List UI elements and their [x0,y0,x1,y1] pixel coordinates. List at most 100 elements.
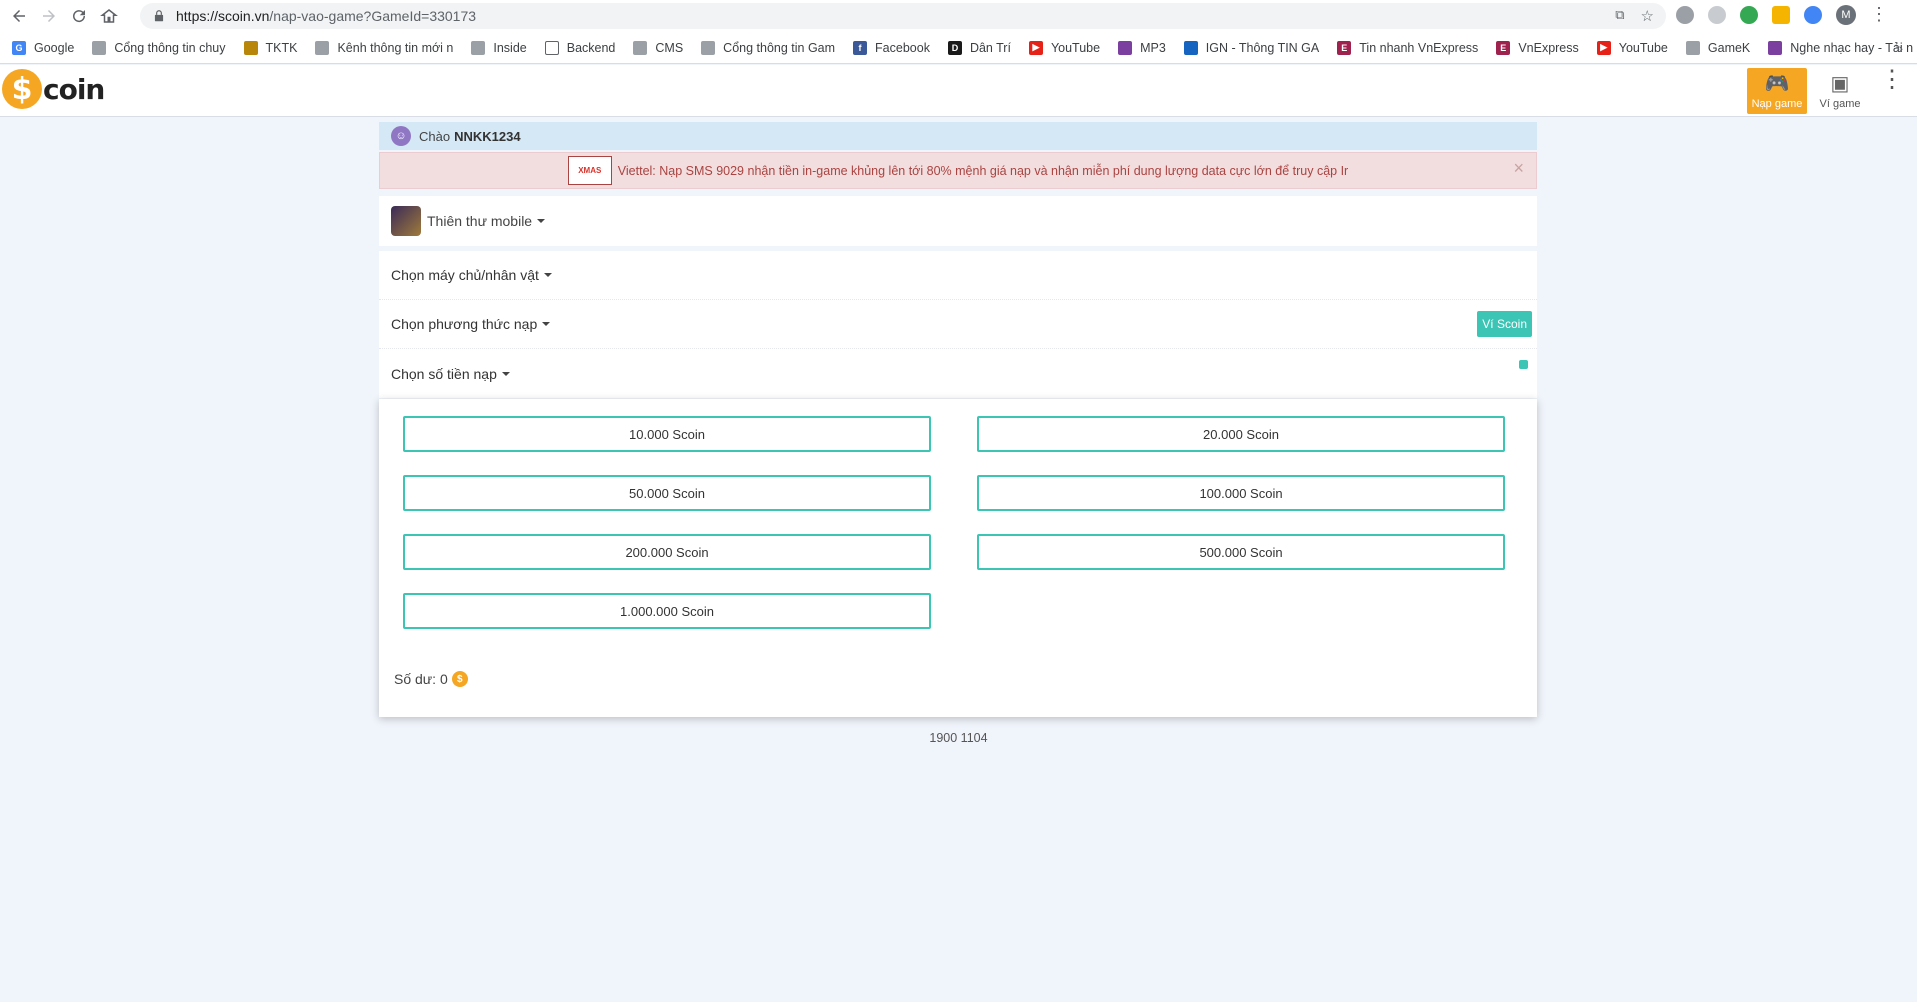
browser-menu-icon[interactable]: ⋮ [1870,4,1888,25]
scoin-logo[interactable]: $ coin [2,69,105,109]
bookmark-favicon-icon [1685,40,1700,55]
bookmark-favicon-icon [243,40,258,55]
bookmark-item[interactable]: ▶ YouTube [1596,40,1668,55]
wallet-icon: ▣ [1830,73,1850,95]
bookmark-favicon-icon: f [853,40,868,55]
amount-option[interactable]: 20.000 Scoin [977,416,1505,452]
site-menu-icon[interactable]: ⋮ [1880,68,1904,92]
extension-icon[interactable] [1676,5,1694,24]
amount-selector-label: Chọn số tiền nạp [391,365,497,382]
bookmark-item[interactable]: G Google [12,40,75,55]
amount-option[interactable]: 50.000 Scoin [403,475,931,511]
gamepad-icon: 🎮 [1764,73,1790,95]
bookmark-item[interactable]: E VnExpress [1496,40,1579,55]
plus-extension-icon[interactable] [1740,5,1758,24]
bookmark-label: IGN - Thông TIN GA [1205,40,1320,55]
bookmark-favicon-icon: D [947,40,962,55]
bookmark-label: YouTube [1050,40,1101,55]
star-icon[interactable]: ☆ [1641,7,1654,25]
bookmark-favicon-icon [544,40,559,55]
game-selector[interactable]: Thiên thư mobile [379,196,1537,246]
back-icon[interactable] [4,1,34,31]
url-host: https://scoin.vn [176,8,270,24]
bookmark-item[interactable]: D Dân Trí [947,40,1011,55]
bookmark-item[interactable]: Inside [471,40,527,55]
nap-game-button[interactable]: 🎮 Nạp game [1747,68,1807,114]
key-icon[interactable] [1772,5,1790,24]
close-icon[interactable]: × [1513,158,1524,179]
method-selector[interactable]: Chọn phương thức nạp Ví Scoin [379,300,1537,349]
username: NNKK1234 [454,128,521,144]
bookmarks-overflow-icon[interactable]: » [1895,40,1903,56]
caret-down-icon [537,219,546,223]
logo-text: coin [43,72,105,106]
bookmark-favicon-icon [1118,40,1133,55]
game-name: Thiên thư mobile [427,213,533,229]
bookmark-favicon-icon: ▶ [1028,40,1043,55]
site-header: $ coin 🎮 Nạp game ▣ Ví game ⋮ [0,65,1917,117]
bookmark-item[interactable]: Backend [544,40,615,55]
profile-avatar[interactable]: M [1836,4,1856,25]
hotline: 1900 1104 [929,731,988,745]
browser-toolbar: https://scoin.vn/nap-vao-game?GameId=330… [0,0,1917,32]
greeting-bar: ☺ Chào NNKK1234 [379,122,1537,150]
vi-game-button[interactable]: ▣ Ví game [1810,68,1870,114]
caret-down-icon [501,371,510,376]
amount-dropdown: 10.000 Scoin 20.000 Scoin 50.000 Scoin 1… [379,399,1537,717]
bookmark-item[interactable]: Cổng thông tin chuy [92,40,226,55]
bookmark-item[interactable]: GameK [1685,40,1751,55]
bookmark-label: Cổng thông tin Gam [723,40,836,55]
bookmark-item[interactable]: TKTK [243,40,297,55]
nap-game-label: Nạp game [1751,98,1803,110]
amount-selector[interactable]: Chọn số tiền nạp [379,349,1537,398]
vi-scoin-badge[interactable]: Ví Scoin [1477,311,1532,337]
bookmark-item[interactable]: E Tin nhanh VnExpress [1337,40,1478,55]
bookmark-item[interactable]: CMS [633,40,684,55]
bookmark-item[interactable]: f Facebook [853,40,930,55]
sync-icon[interactable] [1804,5,1822,24]
bookmarks-bar: G Google Cổng thông tin chuy TKTK Kênh thông… [0,32,1917,64]
caret-down-icon [543,273,552,277]
bookmark-label: Inside [493,40,527,55]
server-selector[interactable]: Chọn máy chủ/nhân vật [379,251,1537,300]
promo-alert: XMAS Viettel: Nạp SMS 9029 nhận tiền in-… [379,152,1537,189]
promo-banner-icon: XMAS [567,156,612,185]
bookmark-item[interactable]: IGN - Thông TIN GA [1183,40,1320,55]
game-thumbnail [391,206,421,236]
bookmark-label: CMS [655,40,684,55]
url-path: /nap-vao-game?GameId=330173 [269,8,477,24]
bookmark-label: Kênh thông tin mới n [337,40,454,55]
balance-label: Số dư: 0 [394,671,448,687]
amount-option[interactable]: 1.000.000 Scoin [403,593,931,629]
coin-icon: $ [451,671,468,687]
amount-option[interactable]: 500.000 Scoin [977,534,1505,570]
bookmark-favicon-icon [471,40,486,55]
bookmark-favicon-icon [1768,40,1783,55]
bookmark-item[interactable]: Nghe nhạc hay - Tải n [1768,40,1913,55]
bookmark-favicon-icon [315,40,330,55]
bookmark-label: GameK [1707,40,1751,55]
bookmark-favicon-icon: ▶ [1596,40,1611,55]
bookmark-item[interactable]: ▶ YouTube [1028,40,1101,55]
translate-icon[interactable]: ⧉ [1615,7,1624,25]
bookmark-favicon-icon: G [12,40,26,55]
bookmark-item[interactable]: Cổng thông tin Gam [701,40,836,55]
bookmark-favicon-icon [92,40,107,55]
amount-option[interactable]: 100.000 Scoin [977,475,1505,511]
home-icon[interactable] [94,1,124,31]
bookmark-label: Google [34,40,75,55]
reload-icon[interactable] [64,1,94,31]
caret-down-icon [542,322,551,326]
bookmark-favicon-icon [633,40,648,55]
bookmark-item[interactable]: Kênh thông tin mới n [315,40,454,55]
amount-option[interactable]: 10.000 Scoin [403,416,931,452]
bookmark-favicon-icon [1183,40,1198,55]
forward-icon[interactable] [34,1,64,31]
bookmark-label: Facebook [875,40,930,55]
shield-icon[interactable] [1708,5,1726,24]
address-bar[interactable]: https://scoin.vn/nap-vao-game?GameId=330… [140,3,1666,29]
amount-option[interactable]: 200.000 Scoin [403,534,931,570]
bookmark-item[interactable]: MP3 [1118,40,1166,55]
bookmark-label: Cổng thông tin chuy [114,40,226,55]
bookmark-favicon-icon [701,40,716,55]
